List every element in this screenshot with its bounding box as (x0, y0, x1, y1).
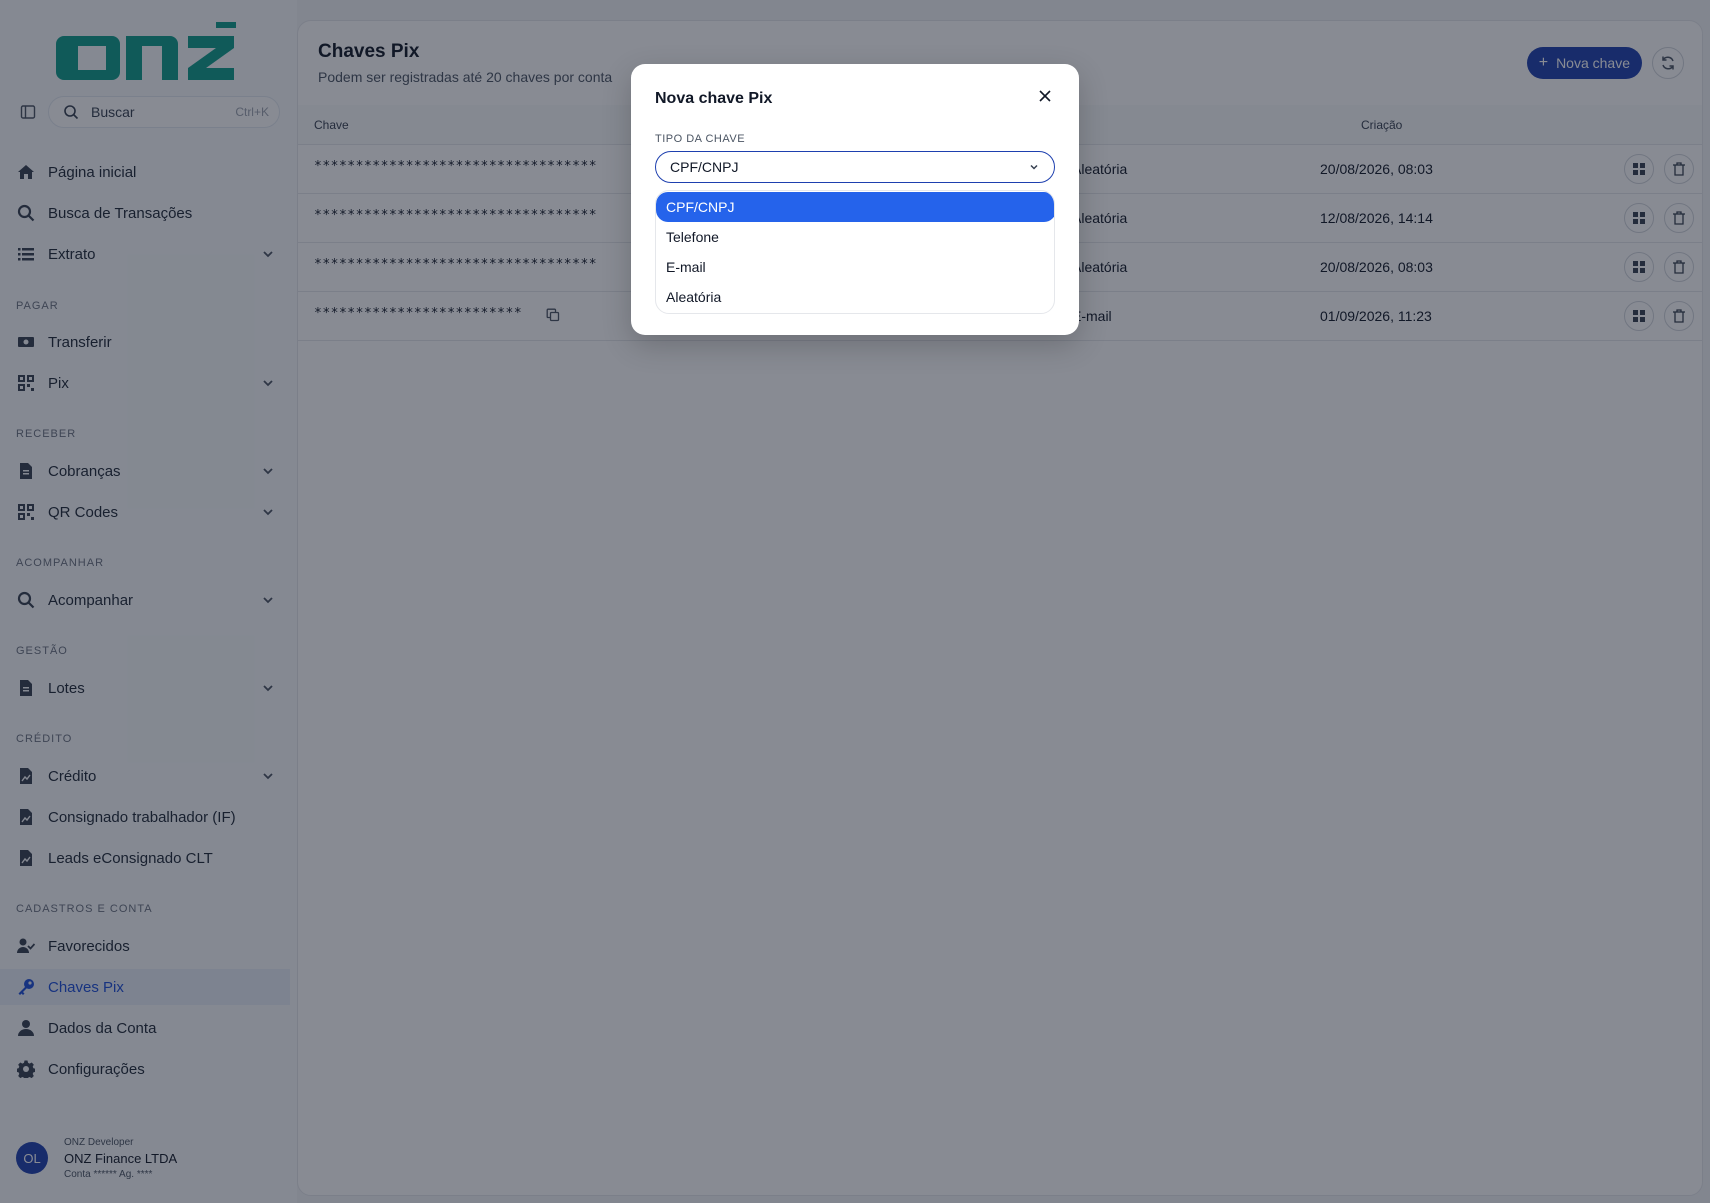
option-phone[interactable]: Telefone (656, 222, 1054, 252)
option-cpf-cnpj[interactable]: CPF/CNPJ (656, 192, 1054, 222)
option-email[interactable]: E-mail (656, 252, 1054, 282)
option-random[interactable]: Aleatória (656, 282, 1054, 312)
key-type-options: CPF/CNPJ Telefone E-mail Aleatória (655, 190, 1055, 314)
chevron-down-icon (1030, 164, 1038, 170)
new-pix-key-dialog: Nova chave Pix TIPO DA CHAVE CPF/CNPJ CP… (631, 64, 1079, 335)
dialog-title: Nova chave Pix (655, 90, 773, 107)
key-type-label: TIPO DA CHAVE (655, 133, 746, 145)
select-value: CPF/CNPJ (670, 159, 739, 175)
close-icon[interactable] (1033, 84, 1057, 108)
key-type-select[interactable]: CPF/CNPJ (655, 151, 1055, 183)
